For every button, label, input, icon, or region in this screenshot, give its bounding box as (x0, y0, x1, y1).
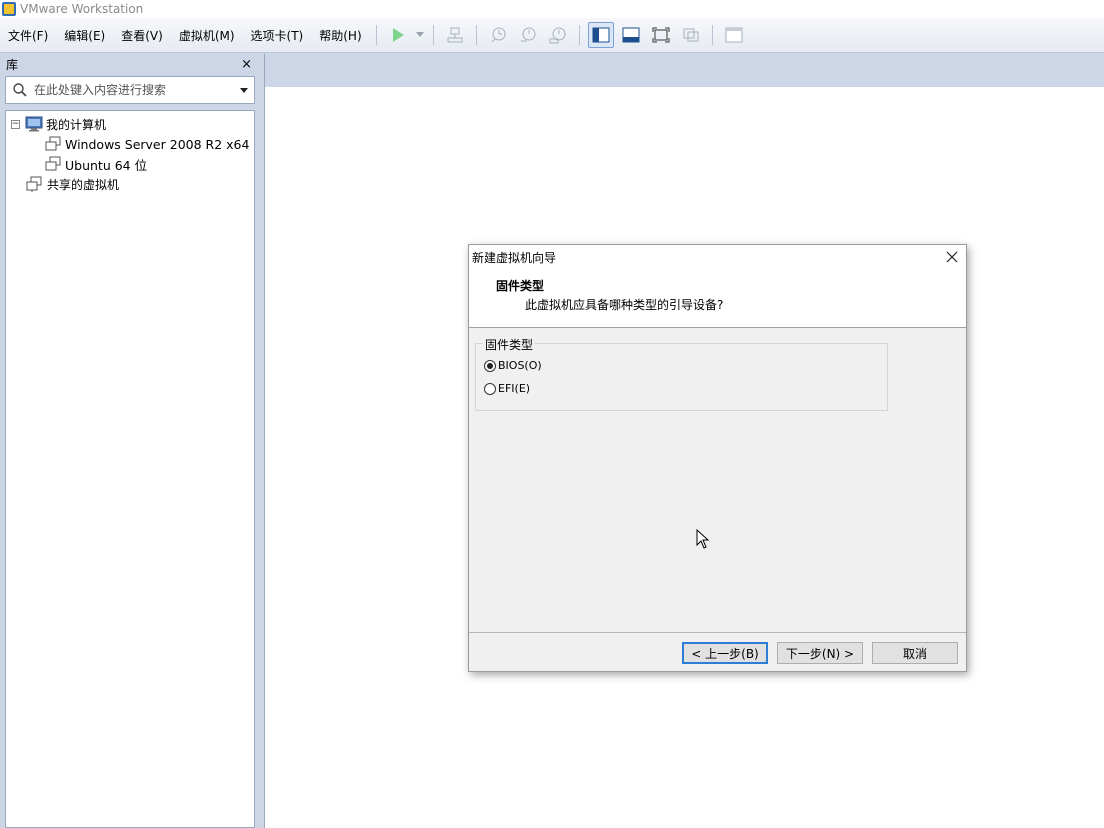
library-search-box (5, 76, 255, 104)
shared-vm-icon (26, 176, 44, 192)
tree-item-my-computer[interactable]: − 我的计算机 (6, 114, 254, 134)
window-title: VMware Workstation (20, 2, 144, 16)
library-header: 库 × (0, 54, 258, 74)
menu-vm[interactable]: 虚拟机(M) (171, 27, 243, 44)
revert-snapshot-button[interactable] (515, 22, 541, 48)
new-vm-wizard-dialog: 新建虚拟机向导 固件类型 此虚拟机应具备哪种类型的引导设备? 固件类型 BIOS… (468, 244, 967, 672)
wizard-header: 固件类型 此虚拟机应具备哪种类型的引导设备? (469, 269, 966, 327)
collapse-icon[interactable]: − (11, 119, 20, 129)
library-tree: − 我的计算机 Windows Server 2008 R2 x64 Ubunt… (5, 110, 255, 828)
menu-toolbar: 文件(F) 编辑(E) 查看(V) 虚拟机(M) 选项卡(T) 帮助(H) (0, 18, 1104, 53)
toolbar-separator (432, 25, 434, 45)
bios-radio-option[interactable]: BIOS(O) (484, 359, 542, 372)
menu-view[interactable]: 查看(V) (113, 27, 171, 44)
chevron-down-icon (240, 87, 248, 93)
thumbnail-bar-button[interactable] (618, 22, 644, 48)
wizard-step-subtitle: 此虚拟机应具备哪种类型的引导设备? (525, 298, 724, 312)
menu-edit[interactable]: 编辑(E) (56, 27, 113, 44)
snapshot-manager-icon (549, 27, 566, 44)
power-dropdown-button[interactable] (413, 22, 427, 48)
toolbar-separator (578, 25, 580, 45)
dialog-close-button[interactable] (946, 248, 958, 267)
play-icon (392, 28, 404, 42)
tree-item-vm[interactable]: Ubuntu 64 位 (6, 154, 254, 174)
full-screen-button[interactable] (648, 22, 674, 48)
snapshot-manager-button[interactable] (545, 22, 571, 48)
radio-label: BIOS(O) (498, 359, 542, 372)
network-icon (447, 27, 463, 43)
library-panel: 库 × − 我的计算机 Windows Server 2008 R2 x64 (0, 54, 258, 828)
unity-icon (683, 28, 699, 42)
search-dropdown-button[interactable] (234, 87, 254, 93)
efi-radio[interactable] (484, 382, 496, 395)
tree-item-shared-vms[interactable]: 共享的虚拟机 (6, 174, 254, 194)
snapshot-button[interactable] (485, 22, 511, 48)
radio-label: EFI(E) (498, 382, 531, 395)
tree-item-label: Windows Server 2008 R2 x64 (65, 136, 250, 152)
revert-snapshot-icon (520, 27, 536, 42)
efi-radio-option[interactable]: EFI(E) (484, 382, 530, 395)
snapshot-clock-icon (491, 27, 506, 43)
library-close-button[interactable]: × (241, 57, 252, 72)
full-screen-icon (652, 27, 670, 43)
tab-strip (265, 54, 1104, 87)
next-button[interactable]: 下一步(N) > (777, 642, 863, 664)
bios-radio[interactable] (484, 359, 496, 372)
unity-button[interactable] (678, 22, 704, 48)
cancel-button[interactable]: 取消 (872, 642, 958, 664)
search-input[interactable] (34, 78, 234, 102)
title-bar: VMware Workstation (0, 0, 1104, 18)
toolbar-separator (711, 25, 713, 45)
show-library-button[interactable] (587, 22, 614, 48)
console-view-icon (725, 27, 743, 43)
console-view-button[interactable] (721, 22, 747, 48)
tree-item-label: 我的计算机 (46, 117, 107, 132)
dialog-title-bar: 新建虚拟机向导 (469, 245, 966, 269)
mouse-cursor-icon (696, 529, 710, 549)
firmware-type-group: 固件类型 BIOS(O) EFI(E) (475, 336, 888, 411)
vm-icon (44, 156, 62, 172)
tree-item-label: Ubuntu 64 位 (65, 157, 148, 173)
vmware-logo-icon (2, 2, 16, 16)
library-title: 库 (6, 57, 19, 72)
send-ctrl-alt-del-button[interactable] (442, 22, 468, 48)
library-view-icon (592, 27, 610, 43)
tree-item-vm[interactable]: Windows Server 2008 R2 x64 (6, 134, 254, 154)
back-button[interactable]: < 上一步(B) (682, 642, 768, 664)
computer-icon (25, 116, 43, 132)
wizard-body: 固件类型 BIOS(O) EFI(E) (469, 327, 966, 632)
close-icon (946, 251, 958, 262)
toolbar-separator (375, 25, 377, 45)
power-on-button[interactable] (385, 22, 411, 48)
toolbar-separator (475, 25, 477, 45)
group-label: 固件类型 (483, 336, 536, 353)
menu-file[interactable]: 文件(F) (0, 27, 56, 44)
dialog-title: 新建虚拟机向导 (472, 250, 557, 265)
menu-tabs[interactable]: 选项卡(T) (243, 27, 312, 44)
chevron-down-icon (415, 32, 424, 37)
wizard-step-title: 固件类型 (496, 279, 545, 293)
thumbnail-bar-icon (622, 27, 640, 43)
menu-help[interactable]: 帮助(H) (311, 27, 369, 44)
search-icon (6, 83, 34, 97)
tree-item-label: 共享的虚拟机 (47, 177, 120, 192)
vm-icon (44, 136, 62, 152)
wizard-footer: < 上一步(B) 下一步(N) > 取消 (469, 632, 966, 671)
